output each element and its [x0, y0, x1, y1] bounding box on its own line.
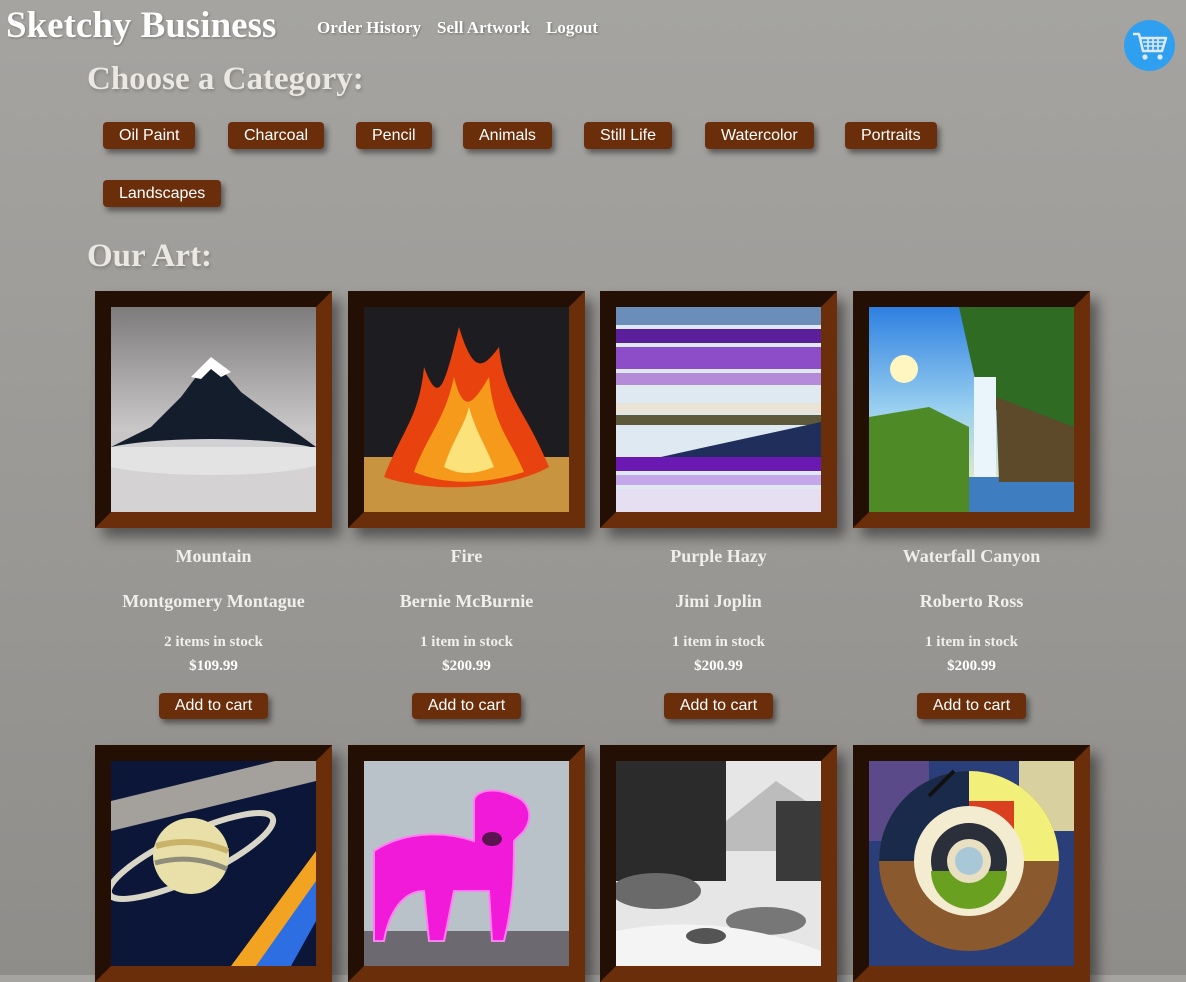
category-watercolor-button[interactable]: Watercolor [705, 122, 814, 149]
art-frame [95, 745, 332, 982]
site-title: Sketchy Business [6, 5, 277, 46]
art-title: Fire [450, 546, 483, 566]
art-card: Purple Hazy Jimi Joplin 1 item in stock … [592, 291, 845, 719]
nav-sell-artwork[interactable]: Sell Artwork [437, 18, 530, 38]
art-frame [348, 745, 585, 982]
art-title: Purple Hazy [670, 546, 767, 566]
nav-logout[interactable]: Logout [546, 18, 598, 38]
art-frame [348, 291, 585, 528]
category-charcoal-button[interactable]: Charcoal [228, 122, 325, 149]
art-stock: 1 item in stock [672, 634, 765, 650]
art-card [592, 745, 845, 982]
category-heading: Choose a Category: [87, 61, 364, 97]
art-image-planet [111, 761, 316, 966]
art-card: Mountain Montgomery Montague 2 items in … [87, 291, 340, 719]
art-frame [95, 291, 332, 528]
cart-button[interactable] [1124, 20, 1175, 71]
category-still-life-button[interactable]: Still Life [584, 122, 673, 149]
art-card: Waterfall Canyon Roberto Ross 1 item in … [845, 291, 1098, 719]
art-price: $200.99 [442, 658, 491, 674]
add-to-cart-button[interactable]: Add to cart [158, 693, 269, 719]
art-image-neon-cow [364, 761, 569, 966]
art-image-abstract-circle [869, 761, 1074, 966]
art-stock: 1 item in stock [925, 634, 1018, 650]
art-image-waterfall-canyon [869, 307, 1074, 512]
art-image-mountain [111, 307, 316, 512]
category-landscapes-button[interactable]: Landscapes [103, 180, 222, 207]
art-card [845, 745, 1098, 982]
category-portraits-button[interactable]: Portraits [845, 122, 937, 149]
art-frame [600, 291, 837, 528]
art-card [340, 745, 593, 982]
art-artist: Jimi Joplin [675, 591, 762, 611]
category-oil-paint-button[interactable]: Oil Paint [103, 122, 196, 149]
category-pencil-button[interactable]: Pencil [356, 122, 432, 149]
art-image-river-sketch [616, 761, 821, 966]
add-to-cart-button[interactable]: Add to cart [411, 693, 522, 719]
art-artist: Roberto Ross [919, 591, 1024, 611]
art-artist: Montgomery Montague [122, 591, 305, 611]
art-image-fire [364, 307, 569, 512]
art-title: Mountain [175, 546, 252, 566]
art-heading: Our Art: [87, 238, 212, 274]
art-price: $200.99 [947, 658, 996, 674]
category-animals-button[interactable]: Animals [463, 122, 552, 149]
add-to-cart-button[interactable]: Add to cart [663, 693, 774, 719]
shopping-cart-icon [1132, 32, 1167, 60]
art-stock: 2 items in stock [164, 634, 263, 650]
art-price: $200.99 [694, 658, 743, 674]
art-artist: Bernie McBurnie [399, 591, 534, 611]
add-to-cart-button[interactable]: Add to cart [916, 693, 1027, 719]
nav-order-history[interactable]: Order History [317, 18, 421, 38]
art-price: $109.99 [189, 658, 238, 674]
art-card: Fire Bernie McBurnie 1 item in stock $20… [340, 291, 593, 719]
art-image-purple-hazy [616, 307, 821, 512]
art-stock: 1 item in stock [420, 634, 513, 650]
art-frame [600, 745, 837, 982]
main-nav: Order History Sell Artwork Logout [317, 18, 598, 38]
art-title: Waterfall Canyon [902, 546, 1041, 566]
art-frame [853, 291, 1090, 528]
art-card [87, 745, 340, 982]
art-frame [853, 745, 1090, 982]
